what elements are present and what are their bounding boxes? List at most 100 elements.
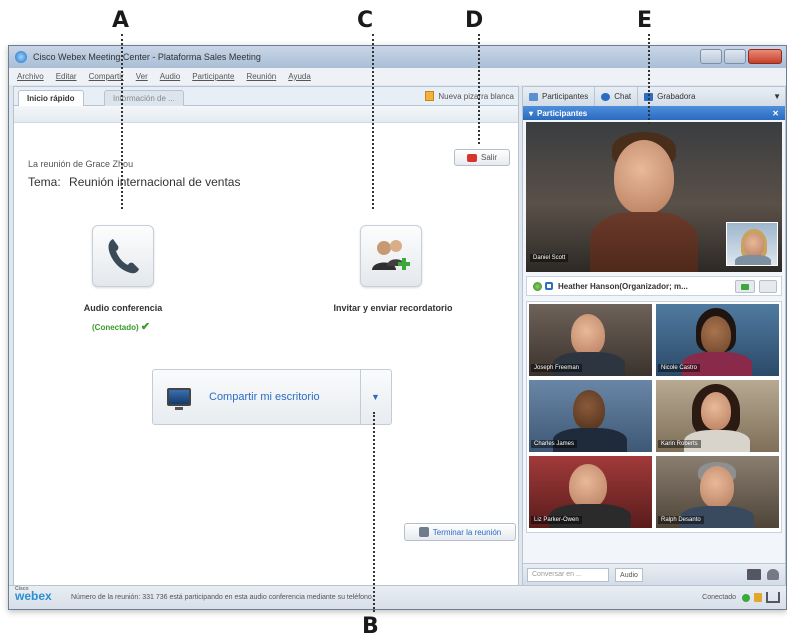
participant-name: Karin Roberts [658,440,701,448]
quick-start-pane: Inicio rápido Información de ... Nueva p… [13,86,519,586]
connection-indicator-icon [742,594,750,602]
share-desktop-main[interactable]: Compartir mi escritorio [153,370,361,424]
tab-participants[interactable]: Participantes [523,87,596,106]
participant-video-grid: Joseph Freeman Nicole Castro Charles Jam… [526,301,782,533]
chevron-down-icon: ▼ [371,392,380,402]
participant-tile[interactable]: Nicole Castro [656,304,779,376]
panel-bottom-bar: Conversar en ... Audio [523,563,785,585]
participant-name: Ralph Desanto [658,516,704,524]
audio-conference-label: Audio conferencia [83,303,163,313]
webex-logo: Cisco webex [15,586,52,603]
participant-name: Liz Parker-Owen [531,516,582,524]
connection-status: Conectado [702,594,736,601]
callout-line-a [121,34,123,209]
cisco-logo-text: Cisco [15,586,29,592]
menu-bar: Archivo Editar Compartir Ver Audio Parti… [9,68,786,85]
participant-tile[interactable]: Karin Roberts [656,380,779,452]
menu-reunion[interactable]: Reunión [246,72,276,81]
mic-toggle-icon[interactable] [759,280,777,293]
share-dropdown-button[interactable]: ▼ [360,370,391,424]
window-title: Cisco Webex Meeting Center - Plataforma … [33,52,261,62]
leave-label: Salir [480,153,497,162]
tab-meeting-info[interactable]: Información de ... [104,90,184,106]
participant-tile[interactable]: Joseph Freeman [529,304,652,376]
panel-tabs: Participantes Chat Grabadora ▼ [523,87,785,106]
callout-d: D [465,8,484,33]
participant-name: Joseph Freeman [531,364,583,372]
tab-recorder-label: Grabadora [657,92,696,101]
audio-status: (Conectado) ✔ [92,320,150,333]
menu-participante[interactable]: Participante [192,72,234,81]
new-whiteboard-label: Nueva pizarra blanca [438,91,514,101]
tab-participants-label: Participantes [542,92,589,101]
collapse-icon[interactable]: ▾ [529,109,533,118]
speaker-figure [584,132,704,272]
layout-icon[interactable] [747,569,761,580]
audio-button[interactable]: Audio [615,568,643,582]
invite-button[interactable] [360,225,422,287]
panel-menu-chevron-icon[interactable]: ▼ [773,92,781,101]
self-view-video [726,222,778,266]
title-bar: Cisco Webex Meeting Center - Plataforma … [9,46,786,68]
callout-c: C [357,8,374,33]
participant-tile[interactable]: Ralph Desanto [656,456,779,528]
tab-chat-label: Chat [614,92,632,101]
participants-header: ▾ Participantes ✕ [523,106,785,120]
share-desktop-label: Compartir mi escritorio [209,391,320,403]
checkmark-icon: ✔ [140,321,151,333]
topic-value: Reunión internacional de ventas [69,175,241,189]
new-whiteboard-link[interactable]: Nueva pizarra blanca [425,91,514,101]
participant-tile[interactable]: Liz Parker-Owen [529,456,652,528]
leave-icon [466,153,477,162]
callout-line-c [372,34,374,209]
content-tabs: Inicio rápido Información de ... Nueva p… [14,87,518,106]
status-message: Número de la reunión: 331 736 está parti… [71,594,374,601]
share-desktop-button[interactable]: Compartir mi escritorio ▼ [152,369,392,425]
menu-ver[interactable]: Ver [136,72,148,81]
participants-icon [529,92,538,101]
whiteboard-icon [425,91,435,101]
participant-name: Nicole Castro [658,364,701,372]
webex-app-icon [15,51,27,63]
monitor-icon [167,388,191,410]
camera-toggle-icon[interactable] [735,280,755,293]
end-meeting-icon [418,527,429,537]
minimize-button[interactable] [700,49,722,64]
invite-label: Invitar y enviar recordatorio [333,303,453,313]
meeting-topic: Tema: Reunión internacional de ventas [28,175,240,189]
tab-quick-start[interactable]: Inicio rápido [18,90,84,106]
phone-handset-icon [108,239,139,274]
participant-tile[interactable]: Charles James [529,380,652,452]
add-people-icon [372,240,410,270]
lock-icon [754,593,762,602]
end-meeting-button[interactable]: Terminar la reunión [404,523,516,541]
menu-editar[interactable]: Editar [56,72,77,81]
tab-chat[interactable]: Chat [595,87,639,106]
maximize-button[interactable] [724,49,746,64]
presenter-row[interactable]: Heather Hanson(Organizador; m... [526,276,782,296]
menu-ayuda[interactable]: Ayuda [288,72,311,81]
speaker-name: Daniel Scott [530,254,569,262]
add-participant-icon[interactable] [767,569,779,580]
chat-input[interactable]: Conversar en ... [527,568,609,582]
status-bar: Cisco webex Número de la reunión: 331 73… [9,585,786,609]
callout-b: B [362,614,379,639]
participants-panel: Participantes Chat Grabadora ▼ ▾ Partici… [522,86,786,586]
presenter-name: Heather Hanson(Organizador; m... [558,281,688,291]
callout-a: A [112,8,130,33]
meeting-host: La reunión de Grace Zhou [28,159,134,169]
menu-archivo[interactable]: Archivo [17,72,44,81]
menu-compartir[interactable]: Compartir [89,72,124,81]
callout-line-e [648,34,650,124]
leave-button[interactable]: Salir [454,149,510,166]
chat-icon [601,92,611,101]
audio-conference-button[interactable] [92,225,154,287]
audio-status-text: (Conectado) [92,323,139,332]
callout-line-d [478,34,480,144]
menu-audio[interactable]: Audio [160,72,180,81]
sub-toolbar [14,106,518,123]
panel-close-icon[interactable]: ✕ [772,109,779,118]
close-button[interactable] [748,49,782,64]
topic-label: Tema: [28,175,61,189]
active-speaker-video: Daniel Scott [526,122,782,272]
